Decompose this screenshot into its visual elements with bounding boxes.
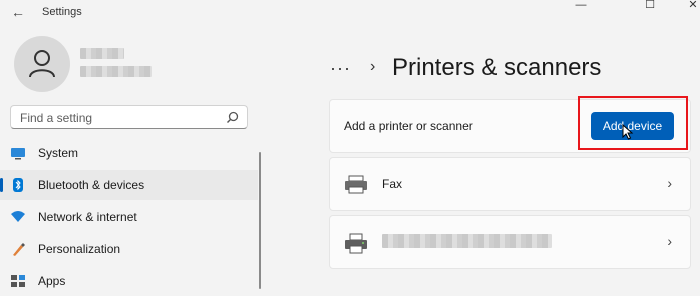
mouse-cursor-icon [622,124,634,140]
close-button[interactable]: ✕ [684,0,700,12]
sidebar-item-label: Apps [38,274,66,288]
search-placeholder: Find a setting [20,111,93,125]
printer-icon [345,233,367,254]
user-name-redacted [80,48,124,59]
title-bar: ← Settings — ☐ ✕ [0,0,700,26]
sidebar-item-label: Network & internet [38,210,137,224]
system-icon [11,148,25,160]
person-icon [29,50,55,78]
page-title: Printers & scanners [392,54,602,81]
chevron-right-icon: › [667,233,672,249]
sidebar-item-apps[interactable]: Apps [0,266,258,296]
highlight-annotation [578,96,688,150]
breadcrumb-chevron: › [370,58,376,75]
maximize-button[interactable]: ☐ [641,0,659,12]
chevron-right-icon: › [667,175,672,191]
bluetooth-icon [13,178,23,192]
avatar[interactable] [14,36,70,92]
sidebar-item-bluetooth[interactable]: Bluetooth & devices [0,170,258,200]
apps-icon [11,275,25,287]
search-input[interactable]: Find a setting [10,105,248,129]
sidebar-item-personalization[interactable]: Personalization [0,234,258,264]
device-name: Fax [382,177,403,191]
sidebar-item-system[interactable]: System [0,138,258,168]
back-button[interactable]: ← [8,3,28,21]
selection-indicator [0,178,3,192]
minimize-button[interactable]: — [572,0,590,12]
device-name-redacted [382,234,552,248]
app-title: Settings [42,6,82,18]
breadcrumb-more[interactable]: ··· [330,58,351,79]
network-icon [11,211,25,222]
sidebar-item-network[interactable]: Network & internet [0,202,258,232]
sidebar-item-label: System [38,146,79,160]
fax-icon [345,175,367,194]
personalization-icon [13,243,25,256]
user-email-redacted [80,66,152,77]
device-row-printer[interactable]: › [329,215,691,269]
device-row-fax[interactable]: Fax › [329,157,691,211]
sidebar-scrollbar[interactable] [259,152,261,289]
add-printer-label: Add a printer or scanner [344,119,473,133]
sidebar-item-label: Bluetooth & devices [38,178,145,192]
sidebar-item-label: Personalization [38,242,121,256]
search-icon [227,111,239,123]
